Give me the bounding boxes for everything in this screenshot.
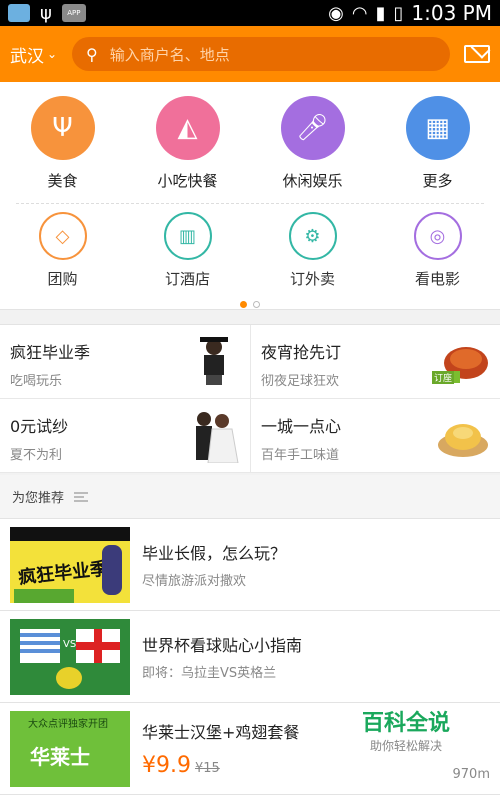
thumbnail-banner-text: 大众点评独家开团	[28, 718, 108, 730]
grid-icon: ▦	[405, 96, 470, 160]
category-label: 小吃快餐	[157, 172, 218, 190]
distance-label: 970m	[452, 767, 490, 782]
watermark-subtitle: 助你轻松解决	[369, 739, 442, 753]
category-takeout[interactable]: ⚙ 订外卖	[250, 212, 375, 289]
status-bar: ψ APP ◉ ◠ ▮ ▯ 1:03 PM	[0, 0, 500, 26]
dimsum-image	[438, 424, 488, 457]
item-title: 华莱士汉堡+鸡翅套餐	[142, 723, 300, 742]
category-label: 订外卖	[289, 270, 335, 288]
clock: 1:03 PM	[411, 1, 492, 25]
eye-icon: ◉	[328, 2, 344, 24]
graduation-thumbnail: 疯狂毕业季	[10, 526, 130, 603]
chevron-down-icon: ⌄	[47, 47, 58, 61]
graduate-image	[200, 337, 228, 385]
recommend-header: 为您推荐	[0, 475, 500, 519]
category-label: 更多	[422, 172, 453, 190]
hotel-icon: ▥	[163, 212, 212, 260]
promo-graduation[interactable]: 疯狂毕业季 吃喝玩乐	[0, 325, 250, 398]
category-snack[interactable]: ◭ 小吃快餐	[125, 96, 250, 191]
category-hotel[interactable]: ▥ 订酒店	[125, 212, 250, 289]
category-groupbuy[interactable]: ◇ 团购	[0, 212, 125, 289]
search-placeholder: 输入商户名、地点	[109, 45, 230, 64]
watermark-logo: 百科全说 助你轻松解决	[355, 703, 456, 756]
item-title: 世界杯看球贴心小指南	[142, 636, 303, 655]
app-notification-icon: APP	[61, 4, 86, 22]
scooter-icon: ⚙	[288, 212, 337, 260]
tag-icon: ◇	[38, 212, 87, 260]
promo-grid: 疯狂毕业季 吃喝玩乐 夜宵抢先订 彻夜足球狂欢 订座 0元试纱 夏不为利 一城一…	[0, 324, 500, 473]
category-food[interactable]: Ψ 美食	[0, 96, 125, 191]
wallace-thumbnail: 大众点评独家开团 华莱士	[10, 710, 130, 787]
worldcup-thumbnail: VS	[10, 618, 130, 695]
category-label: 看电影	[414, 270, 460, 288]
price-current: ¥9.9	[142, 753, 191, 778]
battery-icon: ▯	[393, 2, 404, 24]
top-header: 武汉 ⌄ ⚲ 输入商户名、地点	[0, 26, 500, 82]
list-item[interactable]: 疯狂毕业季 毕业长假，怎么玩？ 尽情旅游派对撒欢	[0, 519, 500, 611]
promo-wedding[interactable]: 0元试纱 夏不为利	[0, 399, 250, 472]
item-subtitle: 尽情旅游派对撒欢	[142, 574, 247, 589]
watermark-title: 百科全说	[361, 711, 450, 736]
thumbnail-text: 疯狂毕业季	[17, 557, 110, 589]
usb-icon: ψ	[40, 2, 52, 24]
page-dot	[253, 301, 260, 308]
category-label: 订酒店	[164, 270, 210, 288]
city-selector[interactable]: 武汉 ⌄	[10, 42, 72, 67]
promo-latenight[interactable]: 夜宵抢先订 彻夜足球狂欢 订座	[250, 325, 500, 398]
category-label: 团购	[47, 270, 78, 288]
search-icon: ⚲	[86, 44, 98, 64]
thumbnail-text: VS	[63, 638, 77, 650]
category-label: 美食	[47, 172, 78, 190]
thumbnail-text: 华莱士	[30, 744, 90, 769]
category-entertainment[interactable]: 🎤︎ 休闲娱乐	[250, 96, 375, 191]
recommend-title: 为您推荐	[12, 491, 65, 506]
category-panel: Ψ 美食 ◭ 小吃快餐 🎤︎ 休闲娱乐 ▦ 更多 ◇ 团购 ▥ 订酒店 ⚙ 订外…	[0, 82, 500, 310]
page-indicator	[0, 301, 500, 308]
dashed-divider	[16, 203, 484, 204]
item-subtitle: 即将：乌拉圭VS英格兰	[142, 666, 277, 681]
item-title: 毕业长假，怎么玩？	[142, 544, 287, 563]
wifi-icon: ◠	[351, 2, 368, 24]
list-icon	[74, 491, 89, 502]
reserve-badge: 订座	[431, 371, 454, 384]
cutlery-icon: Ψ	[30, 96, 95, 160]
wedding-image	[196, 412, 239, 463]
microphone-icon: 🎤︎	[280, 96, 345, 160]
price-original: ¥15	[194, 761, 220, 776]
signal-icon: ▮	[375, 2, 386, 24]
pizza-icon: ◭	[155, 96, 220, 160]
category-more[interactable]: ▦ 更多	[375, 96, 500, 191]
promo-dimsum[interactable]: 一城一点心 百年手工味道	[250, 399, 500, 472]
page-dot-active	[240, 301, 247, 308]
mail-icon[interactable]	[464, 45, 490, 63]
film-icon: ◎	[413, 212, 462, 260]
list-item[interactable]: VS 世界杯看球贴心小指南 即将：乌拉圭VS英格兰	[0, 611, 500, 703]
briefcase-icon	[8, 4, 30, 22]
city-label: 武汉	[10, 46, 44, 67]
search-input[interactable]: ⚲ 输入商户名、地点	[72, 37, 450, 71]
category-movie[interactable]: ◎ 看电影	[375, 212, 500, 289]
category-label: 休闲娱乐	[282, 172, 343, 190]
